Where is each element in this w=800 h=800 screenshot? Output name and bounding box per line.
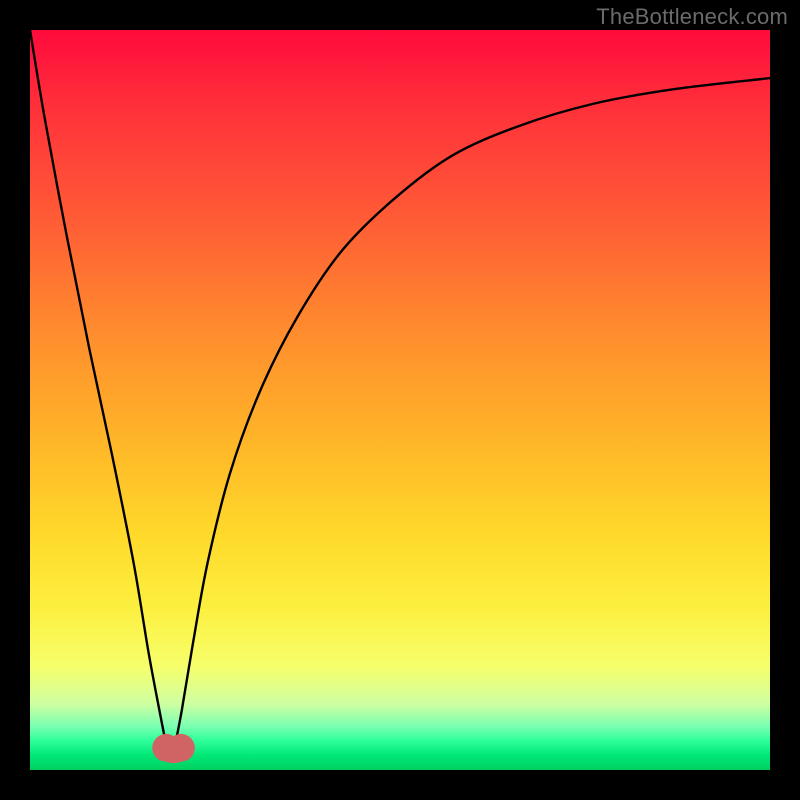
chart-frame: TheBottleneck.com xyxy=(0,0,800,800)
bottleneck-curve-path xyxy=(30,30,770,759)
plot-area xyxy=(30,30,770,770)
min-marker-right xyxy=(167,734,195,762)
curve-svg xyxy=(30,30,770,770)
watermark-text: TheBottleneck.com xyxy=(596,4,788,30)
